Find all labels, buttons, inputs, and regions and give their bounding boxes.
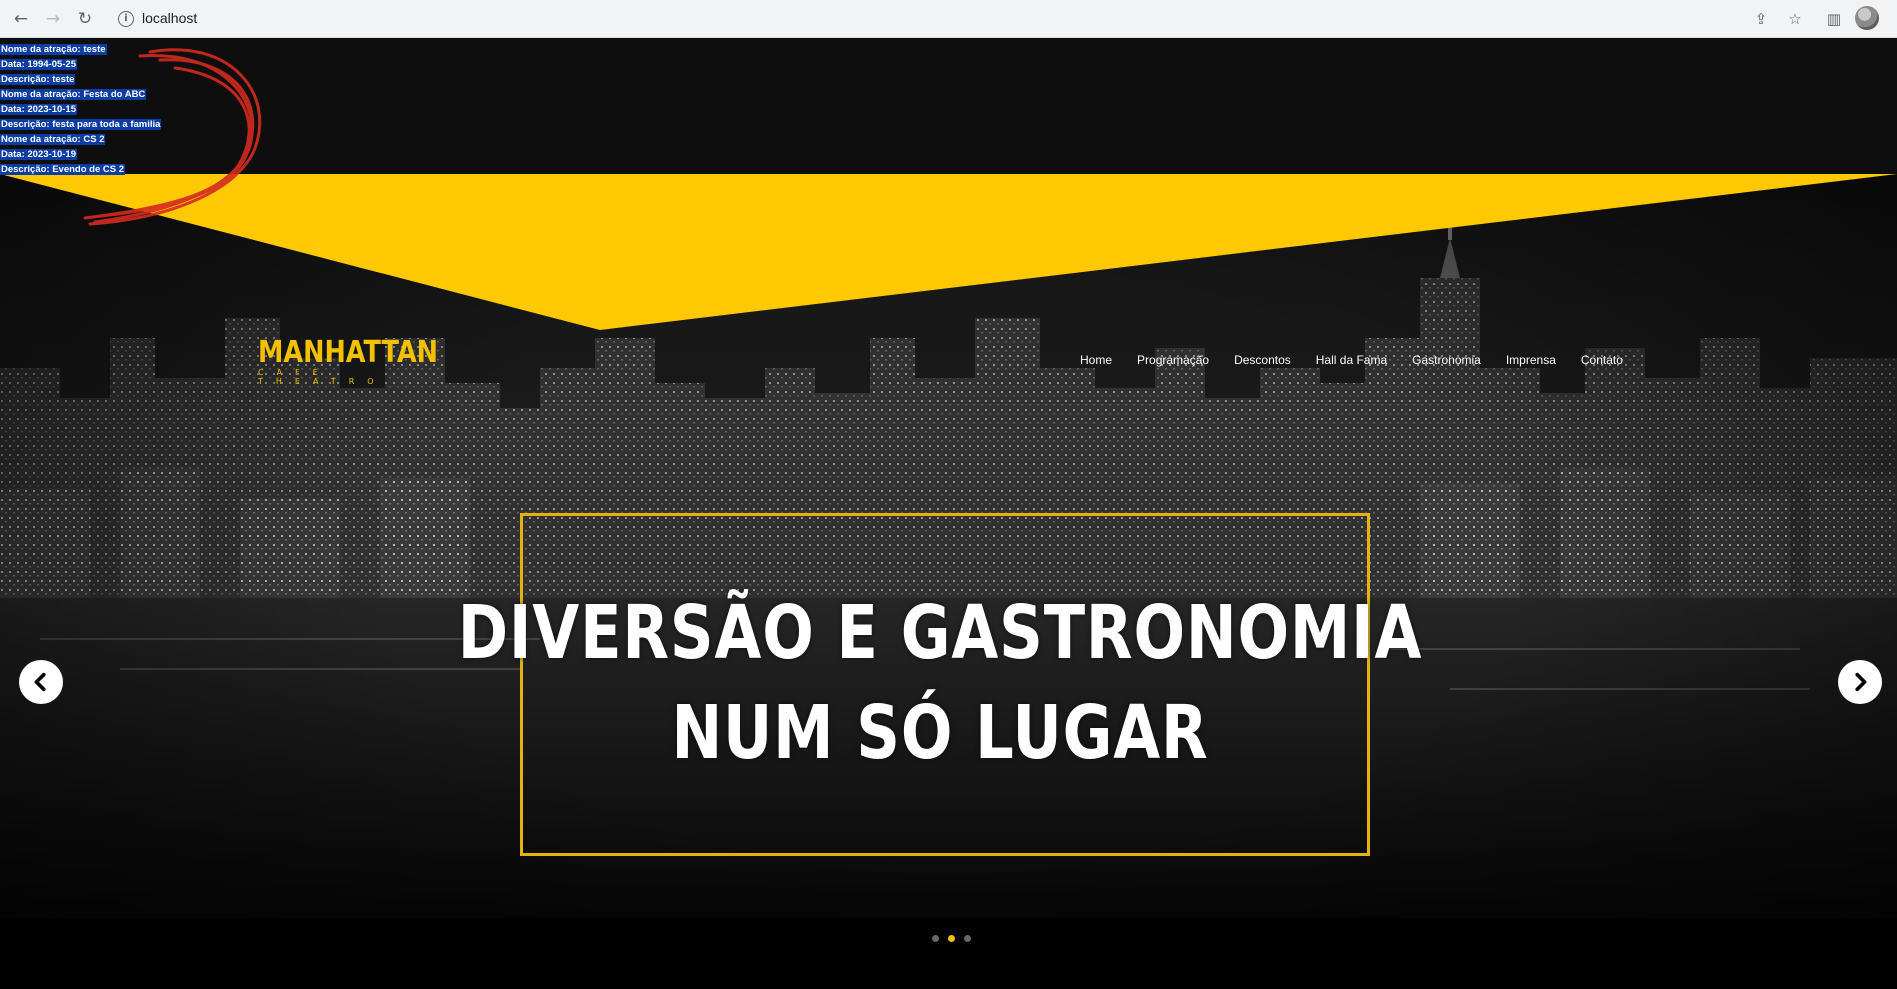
debug-line: Nome da atração: teste <box>0 44 107 55</box>
logo-main-text: MANHATTAN <box>258 335 439 370</box>
carousel-dot-2[interactable] <box>948 935 955 942</box>
profile-avatar[interactable] <box>1855 6 1879 30</box>
main-menu: Home Programação Descontos Hall da Fama … <box>1080 353 1623 367</box>
side-panel-icon[interactable]: ▥ <box>1823 8 1845 30</box>
address-bar[interactable]: i localhost <box>110 5 1810 33</box>
menu-item-hall-da-fama[interactable]: Hall da Fama <box>1316 353 1387 367</box>
menu-item-home[interactable]: Home <box>1080 353 1112 367</box>
star-icon[interactable]: ☆ <box>1784 8 1806 30</box>
debug-output: Nome da atração: teste Data: 1994-05-25 … <box>0 42 162 177</box>
menu-item-imprensa[interactable]: Imprensa <box>1506 353 1556 367</box>
reload-icon[interactable]: ↻ <box>73 7 97 31</box>
debug-line: Descrição: Evendo de CS 2 <box>0 164 126 175</box>
url-text: localhost <box>142 10 198 26</box>
menu-item-descontos[interactable]: Descontos <box>1234 353 1291 367</box>
hero-headline: DIVERSÃO E GASTRONOMIA NUM SÓ LUGAR <box>440 583 1440 783</box>
hero-line-1: DIVERSÃO E GASTRONOMIA <box>457 590 1423 676</box>
browser-toolbar: ← → ↻ i localhost ⇪ ☆ ▥ <box>0 0 1897 38</box>
page: Nome da atração: teste Data: 1994-05-25 … <box>0 38 1897 989</box>
debug-line: Data: 1994-05-25 <box>0 59 77 70</box>
logo-sub-text: CAFÉ THEATRO <box>258 368 387 386</box>
hero-line-2: NUM SÓ LUGAR <box>671 690 1209 776</box>
debug-line: Nome da atração: CS 2 <box>0 134 106 145</box>
chevron-right-icon <box>1855 672 1867 692</box>
debug-line: Descrição: teste <box>0 74 76 85</box>
debug-line: Descrição: festa para toda a familia <box>0 119 162 130</box>
debug-line: Data: 2023-10-15 <box>0 104 77 115</box>
carousel-next-button[interactable] <box>1838 660 1882 704</box>
back-icon[interactable]: ← <box>9 7 33 31</box>
debug-line: Data: 2023-10-19 <box>0 149 77 160</box>
menu-item-gastronomia[interactable]: Gastronomia <box>1412 353 1481 367</box>
carousel-indicators <box>932 935 980 942</box>
carousel-dot-3[interactable] <box>964 935 971 942</box>
carousel-prev-button[interactable] <box>19 660 63 704</box>
menu-item-contato[interactable]: Contato <box>1581 353 1623 367</box>
carousel-dot-1[interactable] <box>932 935 939 942</box>
chevron-left-icon <box>34 672 46 692</box>
debug-line: Nome da atração: Festa do ABC <box>0 89 147 100</box>
site-logo[interactable]: MANHATTAN CAFÉ THEATRO <box>258 335 443 387</box>
info-icon[interactable]: i <box>118 11 134 27</box>
menu-item-programacao[interactable]: Programação <box>1137 353 1209 367</box>
forward-icon[interactable]: → <box>41 7 65 31</box>
share-icon[interactable]: ⇪ <box>1750 8 1772 30</box>
